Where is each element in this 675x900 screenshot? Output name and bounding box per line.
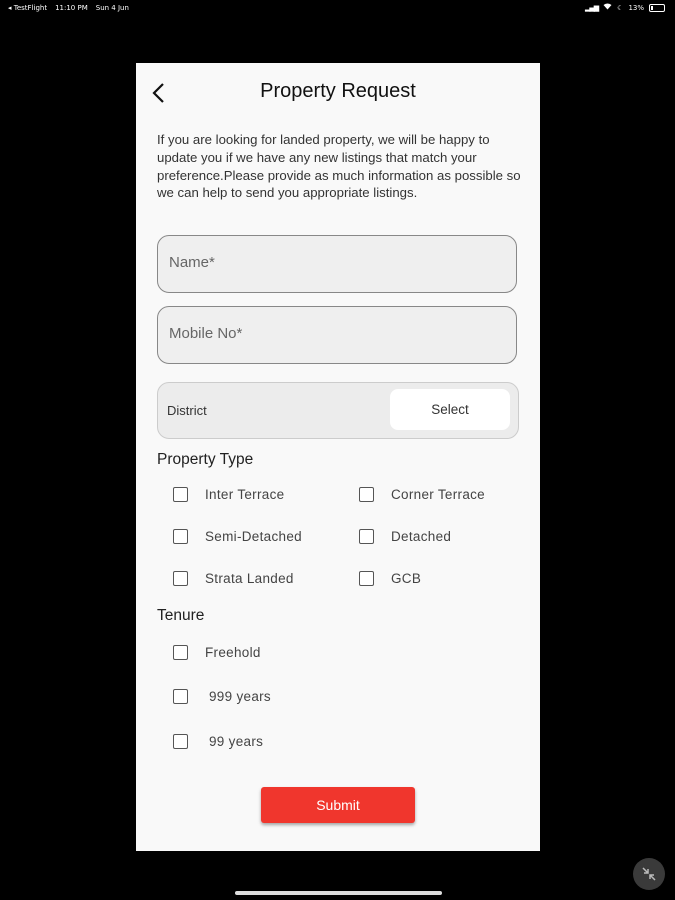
checkbox-box[interactable] [173, 689, 188, 704]
mobile-field[interactable] [157, 306, 517, 364]
mobile-input[interactable] [169, 325, 499, 342]
checkbox-label: 999 years [209, 689, 271, 704]
checkbox-box[interactable] [359, 571, 374, 586]
carrier-label[interactable]: ◂ TestFlight [8, 4, 47, 12]
home-indicator[interactable] [235, 891, 442, 895]
checkbox-label: Strata Landed [205, 571, 294, 586]
page-title: Property Request [260, 80, 416, 102]
checkbox-box[interactable] [173, 645, 188, 660]
checkbox-freehold[interactable]: Freehold [173, 645, 261, 660]
checkbox-strata-landed[interactable]: Strata Landed [173, 571, 294, 586]
checkbox-label: Semi-Detached [205, 529, 302, 544]
checkbox-detached[interactable]: Detached [359, 529, 451, 544]
collapse-arrows-icon [642, 867, 656, 881]
status-date: Sun 4 Jun [95, 4, 129, 12]
checkbox-box[interactable] [173, 571, 188, 586]
checkbox-box[interactable] [173, 487, 188, 502]
name-input[interactable] [169, 254, 499, 271]
checkbox-inter-terrace[interactable]: Inter Terrace [173, 487, 284, 502]
intro-text: If you are looking for landed property, … [157, 132, 521, 201]
wifi-icon [603, 3, 612, 12]
district-select-button[interactable]: Select [390, 389, 510, 430]
checkbox-label: Corner Terrace [391, 487, 485, 502]
moon-icon: ☾ [617, 3, 624, 12]
property-type-title: Property Type [157, 451, 254, 468]
checkbox-box[interactable] [359, 487, 374, 502]
name-field[interactable] [157, 235, 517, 293]
status-bar: ◂ TestFlight 11:10 PM Sun 4 Jun ▂▄▆ ☾ 13… [0, 0, 675, 16]
checkbox-label: Inter Terrace [205, 487, 285, 502]
battery-icon [649, 3, 665, 12]
checkbox-label: Detached [391, 529, 452, 544]
checkbox-999-years[interactable]: 999 years [173, 689, 271, 704]
checkbox-box[interactable] [173, 734, 188, 749]
checkbox-box[interactable] [359, 529, 374, 544]
checkbox-box[interactable] [173, 529, 188, 544]
status-time: 11:10 PM [55, 4, 88, 12]
checkbox-corner-terrace[interactable]: Corner Terrace [359, 487, 485, 502]
tenure-title: Tenure [157, 607, 205, 624]
checkbox-label: 99 years [209, 734, 264, 749]
battery-percent: 13% [628, 3, 644, 12]
checkbox-label: Freehold [205, 645, 261, 660]
submit-button[interactable]: Submit [261, 787, 415, 823]
collapse-button[interactable] [633, 858, 665, 890]
checkbox-99-years[interactable]: 99 years [173, 734, 263, 749]
signal-icon: ▂▄▆ [585, 3, 599, 12]
checkbox-gcb[interactable]: GCB [359, 571, 421, 586]
property-request-screen: Property Request If you are looking for … [136, 63, 540, 851]
checkbox-label: GCB [391, 571, 422, 586]
checkbox-semi-detached[interactable]: Semi-Detached [173, 529, 302, 544]
district-field: District Select [157, 382, 519, 439]
district-label: District [167, 403, 207, 418]
